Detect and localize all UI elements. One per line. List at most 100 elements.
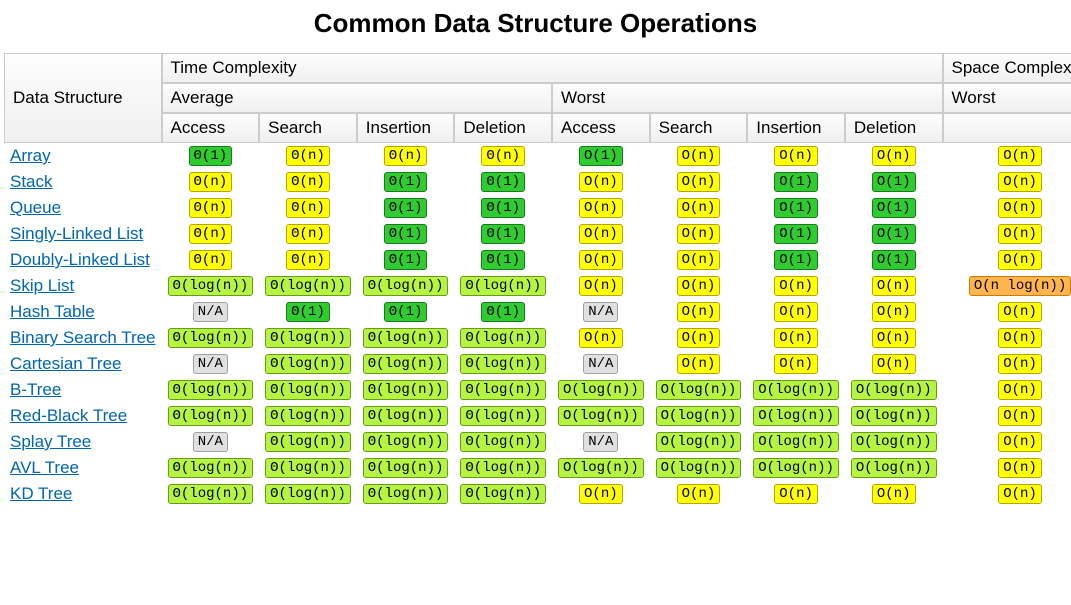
complexity-chip: O(1)	[872, 172, 916, 192]
complexity-chip: Θ(log(n))	[265, 328, 351, 348]
table-row: Binary Search Tree Θ(log(n)) Θ(log(n)) Θ(lo…	[4, 325, 1071, 351]
complexity-chip: O(1)	[579, 146, 623, 166]
complexity-chip: Θ(log(n))	[265, 432, 351, 452]
complexity-chip: Θ(log(n))	[460, 432, 546, 452]
complexity-chip: O(n)	[579, 224, 623, 244]
header-op-access-worst: Access	[552, 113, 650, 143]
table-row: Red-Black TreeΘ(log(n))Θ(log(n))Θ(log(n)…	[4, 403, 1071, 429]
complexity-chip: O(n)	[579, 198, 623, 218]
complexity-chip: O(n)	[677, 276, 721, 296]
header-op-insertion-avg: Insertion	[357, 113, 455, 143]
table-row: B-TreeΘ(log(n))Θ(log(n))Θ(log(n))Θ(log(n…	[4, 377, 1071, 403]
complexity-chip: O(log(n))	[753, 432, 839, 452]
complexity-chip: Θ(log(n))	[363, 380, 449, 400]
complexity-chip: Θ(log(n))	[363, 328, 449, 348]
complexity-chip: Θ(log(n))	[460, 380, 546, 400]
ds-link[interactable]: Array	[10, 146, 51, 165]
complexity-chip: Θ(n)	[286, 198, 330, 218]
complexity-chip: O(n)	[998, 432, 1042, 452]
table-body: Array Θ(1) Θ(n) Θ(n) Θ(n) O(1) O(n) O(n) O(n) O(n…	[4, 143, 1071, 507]
complexity-chip: O(n)	[579, 172, 623, 192]
complexity-chip: O(log(n))	[851, 458, 937, 478]
complexity-chip: O(log(n))	[656, 380, 742, 400]
complexity-chip: O(log(n))	[753, 380, 839, 400]
complexity-chip: O(n)	[998, 250, 1042, 270]
complexity-chip: O(n)	[872, 328, 916, 348]
complexity-chip: N/A	[193, 302, 228, 322]
complexity-chip: O(n)	[872, 146, 916, 166]
ds-link[interactable]: B-Tree	[10, 380, 61, 399]
complexity-chip: O(log(n))	[558, 406, 644, 426]
complexity-chip: Θ(log(n))	[168, 458, 254, 478]
ds-link[interactable]: Skip List	[10, 276, 74, 295]
complexity-chip: Θ(1)	[384, 250, 428, 270]
complexity-chip: O(log(n))	[851, 406, 937, 426]
complexity-chip: O(n)	[998, 484, 1042, 504]
ds-link[interactable]: Splay Tree	[10, 432, 91, 451]
complexity-chip: O(n)	[774, 354, 818, 374]
complexity-chip: Θ(1)	[384, 172, 428, 192]
ds-link[interactable]: Cartesian Tree	[10, 354, 122, 373]
complexity-chip: O(n)	[998, 406, 1042, 426]
complexity-chip: O(1)	[872, 224, 916, 244]
complexity-chip: O(n)	[677, 224, 721, 244]
complexity-table: Data Structure Time Complexity Space Com…	[4, 53, 1071, 507]
complexity-chip: O(n)	[579, 276, 623, 296]
complexity-chip: Θ(1)	[384, 198, 428, 218]
complexity-chip: O(n)	[998, 328, 1042, 348]
complexity-chip: N/A	[193, 354, 228, 374]
complexity-chip: Θ(log(n))	[460, 276, 546, 296]
ds-link[interactable]: AVL Tree	[10, 458, 79, 477]
complexity-chip: O(1)	[872, 250, 916, 270]
ds-link[interactable]: Queue	[10, 198, 61, 217]
complexity-chip: O(log(n))	[851, 380, 937, 400]
header-op-deletion-avg: Deletion	[454, 113, 552, 143]
complexity-chip: O(n)	[998, 302, 1042, 322]
complexity-chip: Θ(n)	[189, 172, 233, 192]
ds-link[interactable]: Red-Black Tree	[10, 406, 127, 425]
complexity-chip: O(n)	[998, 146, 1042, 166]
complexity-chip: O(n)	[774, 302, 818, 322]
table-row: Doubly-Linked ListΘ(n)Θ(n)Θ(1)Θ(1)O(n)O(…	[4, 247, 1071, 273]
complexity-chip: Θ(1)	[481, 224, 525, 244]
complexity-chip: O(n)	[677, 328, 721, 348]
table-row: Singly-Linked ListΘ(n)Θ(n)Θ(1)Θ(1)O(n)O(…	[4, 221, 1071, 247]
ds-link[interactable]: KD Tree	[10, 484, 72, 503]
complexity-chip: Θ(1)	[286, 302, 330, 322]
ds-link[interactable]: Stack	[10, 172, 53, 191]
complexity-chip: Θ(n)	[286, 250, 330, 270]
complexity-chip: O(n)	[774, 146, 818, 166]
complexity-chip: O(n)	[677, 250, 721, 270]
header-data-structure: Data Structure	[4, 53, 162, 143]
header-space-empty	[943, 113, 1071, 143]
complexity-chip: Θ(log(n))	[265, 354, 351, 374]
ds-link[interactable]: Hash Table	[10, 302, 95, 321]
complexity-chip: N/A	[583, 302, 618, 322]
complexity-chip: Θ(log(n))	[363, 432, 449, 452]
complexity-chip: O(n)	[998, 380, 1042, 400]
complexity-chip: O(n)	[998, 458, 1042, 478]
header-average: Average	[162, 83, 553, 113]
complexity-chip: O(n)	[872, 484, 916, 504]
ds-link[interactable]: Doubly-Linked List	[10, 250, 150, 269]
complexity-chip: O(1)	[774, 172, 818, 192]
complexity-chip: Θ(log(n))	[460, 406, 546, 426]
complexity-chip: Θ(1)	[481, 198, 525, 218]
complexity-chip: Θ(n)	[189, 250, 233, 270]
complexity-chip: O(1)	[774, 224, 818, 244]
complexity-chip: O(n)	[677, 302, 721, 322]
table-row: AVL TreeΘ(log(n))Θ(log(n))Θ(log(n))Θ(log…	[4, 455, 1071, 481]
complexity-chip: N/A	[193, 432, 228, 452]
complexity-chip: Θ(log(n))	[363, 484, 449, 504]
complexity-chip: Θ(log(n))	[168, 328, 254, 348]
header-op-search-avg: Search	[259, 113, 357, 143]
ds-link[interactable]: Singly-Linked List	[10, 224, 143, 243]
complexity-chip: Θ(log(n))	[460, 328, 546, 348]
complexity-chip: O(n)	[677, 172, 721, 192]
complexity-chip: Θ(log(n))	[265, 484, 351, 504]
complexity-chip: O(n)	[998, 198, 1042, 218]
ds-link[interactable]: Binary Search Tree	[10, 328, 156, 347]
table-row: Splay Tree N/A Θ(log(n)) Θ(log(n)) Θ(log(n))…	[4, 429, 1071, 455]
complexity-chip: O(n)	[677, 198, 721, 218]
table-row: ArrayΘ(1)Θ(n)Θ(n)Θ(n)O(1)O(n)O(n)O(n)O(n…	[4, 143, 1071, 169]
